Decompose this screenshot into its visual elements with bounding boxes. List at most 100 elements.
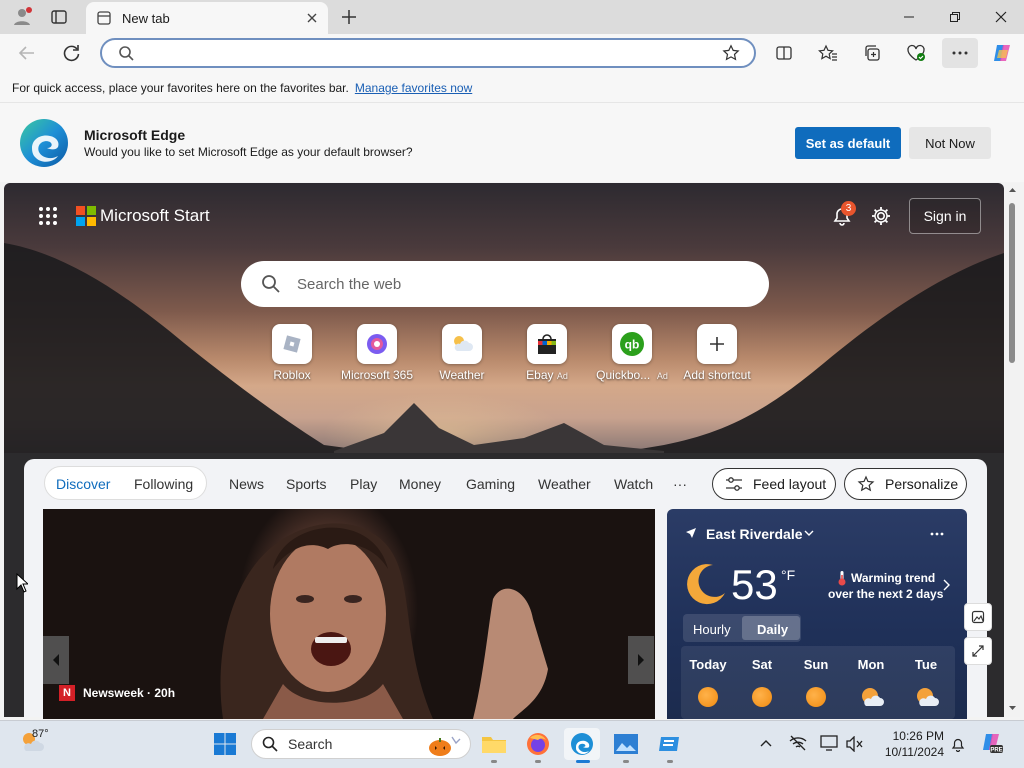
forecast-day[interactable]: Sat xyxy=(738,657,786,672)
forecast-day[interactable]: Sun xyxy=(792,657,840,672)
sign-in-button[interactable]: Sign in xyxy=(909,198,981,234)
nav-watch[interactable]: Watch xyxy=(614,476,653,492)
tab-actions-icon[interactable] xyxy=(50,8,68,26)
carousel-next-button[interactable] xyxy=(628,636,654,684)
favorites-hint: For quick access, place your favorites h… xyxy=(12,81,349,95)
weather-temperature: 53 xyxy=(731,561,778,608)
chevron-right-icon[interactable] xyxy=(943,579,951,591)
shortcut-label: Add shortcut xyxy=(683,368,751,382)
split-screen-button[interactable] xyxy=(768,38,800,68)
svg-text:PRE: PRE xyxy=(990,748,1002,754)
plus-icon xyxy=(710,337,724,351)
ebay-bag-icon xyxy=(538,334,556,354)
forecast-day[interactable]: Tue xyxy=(902,657,950,672)
halloween-pumpkin-icon xyxy=(429,736,461,756)
forecast-day[interactable]: Mon xyxy=(847,657,895,672)
roblox-icon xyxy=(283,335,301,353)
customize-background-button[interactable] xyxy=(964,603,992,631)
nav-play[interactable]: Play xyxy=(350,476,377,492)
chevron-down-icon[interactable] xyxy=(804,530,814,537)
address-bar[interactable] xyxy=(100,38,756,68)
not-now-button[interactable]: Not Now xyxy=(909,127,991,159)
clock-time[interactable]: 10:26 PM xyxy=(874,729,944,743)
carousel-prev-button[interactable] xyxy=(43,636,69,684)
firefox-icon[interactable] xyxy=(520,728,556,760)
feed-layout-button[interactable]: Feed layout xyxy=(712,468,836,500)
close-window-button[interactable] xyxy=(978,0,1024,34)
shortcut-weather[interactable] xyxy=(442,324,482,364)
shortcut-microsoft-365[interactable] xyxy=(357,324,397,364)
favorites-bar: For quick access, place your favorites h… xyxy=(0,74,1024,102)
page-scrollbar[interactable] xyxy=(1005,183,1020,717)
infobar-title: Microsoft Edge xyxy=(84,127,186,143)
copilot-preview-icon[interactable]: PRE xyxy=(980,731,1004,755)
microsoft-365-icon xyxy=(367,334,387,354)
notification-center-bell-icon[interactable] xyxy=(950,736,966,752)
shortcut-roblox[interactable] xyxy=(272,324,312,364)
start-button[interactable] xyxy=(207,728,243,760)
app-launcher-icon[interactable] xyxy=(38,206,58,226)
snipping-tool-icon[interactable] xyxy=(652,728,688,760)
copilot-icon[interactable] xyxy=(986,38,1018,68)
favorites-button[interactable] xyxy=(812,38,844,68)
set-as-default-button[interactable]: Set as default xyxy=(795,127,901,159)
notifications-bell-icon[interactable]: 3 xyxy=(830,201,856,228)
running-indicator xyxy=(491,760,497,763)
browser-essentials-icon[interactable] xyxy=(900,38,932,68)
nav-gaming[interactable]: Gaming xyxy=(466,476,515,492)
settings-and-more-button[interactable] xyxy=(942,38,978,68)
more-options-icon[interactable] xyxy=(930,532,944,536)
add-shortcut-button[interactable] xyxy=(697,324,737,364)
taskbar-weather-widget[interactable]: 87° xyxy=(18,728,49,753)
collections-button[interactable] xyxy=(856,38,888,68)
weather-location[interactable]: East Riverdale xyxy=(706,526,803,542)
minimize-button[interactable] xyxy=(886,0,932,34)
expand-feed-button[interactable] xyxy=(964,637,992,665)
shortcut-ebay[interactable] xyxy=(527,324,567,364)
personalize-button[interactable]: Personalize xyxy=(844,468,967,500)
tab-new-tab[interactable]: New tab xyxy=(86,2,328,34)
running-indicator xyxy=(667,760,673,763)
sunny-icon xyxy=(698,687,718,707)
favorite-star-icon[interactable] xyxy=(722,44,740,62)
microsoft-start-brand[interactable]: Microsoft Start xyxy=(100,205,210,227)
volume-muted-icon[interactable] xyxy=(846,736,864,752)
toggle-daily[interactable]: Daily xyxy=(757,622,788,637)
nav-sports[interactable]: Sports xyxy=(286,476,326,492)
restore-button[interactable] xyxy=(932,0,978,34)
shortcut-quickbooks[interactable]: qb xyxy=(612,324,652,364)
mouse-cursor-icon xyxy=(16,573,28,593)
edge-taskbar-icon[interactable] xyxy=(564,728,600,760)
tab-discover[interactable]: Discover xyxy=(56,476,110,492)
nav-news[interactable]: News xyxy=(229,476,264,492)
nav-money[interactable]: Money xyxy=(399,476,441,492)
new-tab-icon xyxy=(97,11,111,25)
moon-icon xyxy=(687,564,725,605)
network-icon[interactable] xyxy=(789,735,807,751)
photos-app-icon[interactable] xyxy=(608,728,644,760)
edge-logo xyxy=(19,118,69,168)
close-tab-icon[interactable] xyxy=(306,12,318,24)
toggle-hourly[interactable]: Hourly xyxy=(693,622,731,637)
nav-weather[interactable]: Weather xyxy=(538,476,591,492)
new-tab-button[interactable] xyxy=(338,6,360,28)
profile-icon[interactable] xyxy=(10,5,34,29)
taskbar-search[interactable]: Search xyxy=(251,729,471,759)
nav-more[interactable]: ··· xyxy=(673,476,687,492)
page-settings-gear-icon[interactable] xyxy=(870,205,892,227)
display-icon[interactable] xyxy=(820,735,838,751)
forecast-day[interactable]: Today xyxy=(684,657,732,672)
feed-layout-label: Feed layout xyxy=(753,476,827,492)
manage-favorites-link[interactable]: Manage favorites now xyxy=(355,81,472,95)
hero-source: N Newsweek · 20h xyxy=(59,685,175,701)
web-search-box[interactable]: Search the web xyxy=(241,261,769,307)
clock-date[interactable]: 10/11/2024 xyxy=(874,745,944,759)
refresh-button[interactable] xyxy=(61,43,83,63)
tab-following[interactable]: Following xyxy=(134,476,193,492)
back-button[interactable] xyxy=(16,43,38,63)
hero-story-card[interactable]: N Newsweek · 20h xyxy=(43,509,655,719)
show-hidden-icons-chevron[interactable] xyxy=(760,739,772,747)
sparkle-star-icon xyxy=(857,475,875,492)
notification-badge: 3 xyxy=(841,201,856,216)
file-explorer-icon[interactable] xyxy=(476,728,512,760)
